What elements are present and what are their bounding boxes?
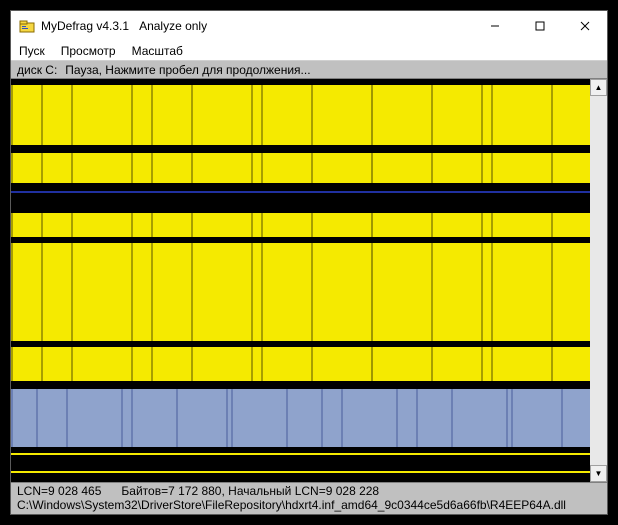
cluster-band	[11, 191, 590, 193]
cluster-band	[11, 243, 590, 341]
cluster-band	[11, 381, 590, 389]
scroll-track[interactable]	[590, 96, 607, 465]
close-button[interactable]	[562, 11, 607, 41]
app-window: MyDefrag v4.3.1 Analyze only Пуск Просмо…	[10, 10, 608, 515]
titlebar: MyDefrag v4.3.1 Analyze only	[11, 11, 607, 41]
menu-start[interactable]: Пуск	[19, 44, 45, 58]
scroll-up-button[interactable]: ▲	[590, 79, 607, 96]
app-icon	[19, 18, 35, 34]
maximize-button[interactable]	[517, 11, 562, 41]
cluster-band	[11, 183, 590, 213]
window-title: MyDefrag v4.3.1 Analyze only	[41, 19, 207, 33]
status-bottom: LCN=9 028 465 Байтов=7 172 880, Начальны…	[11, 482, 607, 514]
disk-label: диск C:	[17, 63, 57, 77]
status-top: диск C: Пауза, Нажмите пробел для продол…	[11, 61, 607, 79]
file-path: C:\Windows\System32\DriverStore\FileRepo…	[17, 498, 601, 512]
state-text: Пауза, Нажмите пробел для продолжения...	[65, 63, 310, 77]
cluster-band	[11, 389, 590, 447]
menu-view[interactable]: Просмотр	[61, 44, 116, 58]
cluster-band	[11, 213, 590, 237]
cluster-band	[11, 85, 590, 145]
diskmap-container: ▲ ▼	[11, 79, 607, 482]
cluster-info: LCN=9 028 465 Байтов=7 172 880, Начальны…	[17, 484, 601, 498]
menu-zoom[interactable]: Масштаб	[132, 44, 183, 58]
window-controls	[472, 11, 607, 41]
cluster-band	[11, 153, 590, 183]
minimize-button[interactable]	[472, 11, 517, 41]
scroll-down-button[interactable]: ▼	[590, 465, 607, 482]
cluster-band	[11, 453, 590, 455]
diskmap[interactable]	[11, 79, 590, 482]
vertical-scrollbar[interactable]: ▲ ▼	[590, 79, 607, 482]
cluster-band	[11, 347, 590, 381]
menubar: Пуск Просмотр Масштаб	[11, 41, 607, 61]
cluster-band	[11, 471, 590, 473]
cluster-band	[11, 145, 590, 153]
